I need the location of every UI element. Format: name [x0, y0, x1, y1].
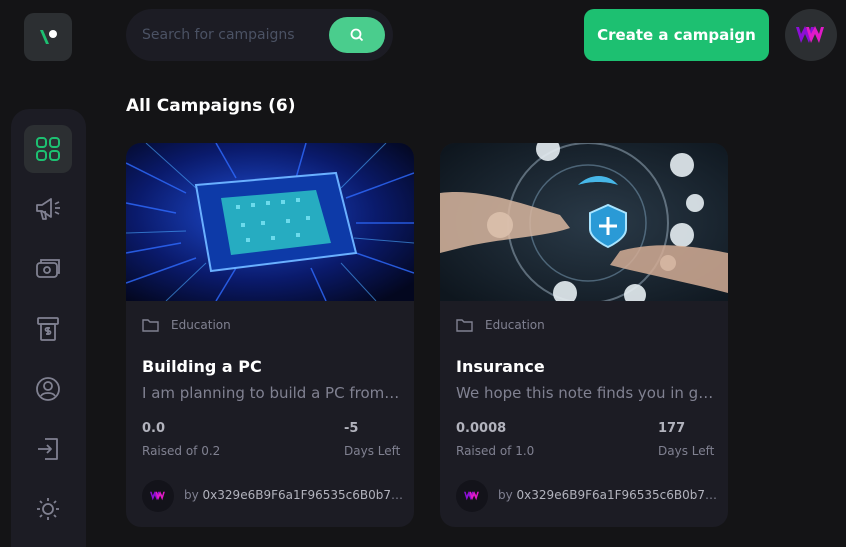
owner-wallet: 0x329e6B9F6a1F96535c6B0b7B6... — [516, 488, 720, 502]
owner-address: by 0x329e6B9F6a1F96535c6B0b7B6... — [184, 488, 406, 502]
payment-icon — [36, 259, 60, 278]
days-left-label: Days Left — [658, 444, 715, 458]
sidebar-item-logout[interactable] — [24, 425, 72, 473]
sidebar-item-payment[interactable] — [24, 245, 72, 293]
folder-icon — [456, 319, 473, 332]
sidebar-item-withdraw[interactable] — [24, 305, 72, 353]
owner-prefix: by — [498, 488, 517, 502]
campaign-title: Building a PC — [142, 357, 262, 376]
sidebar-item-campaign[interactable] — [24, 185, 72, 233]
brand-logo-icon — [150, 491, 165, 501]
campaign-description: I am planning to build a PC from scratch… — [142, 384, 402, 402]
raised-label: Raised of 0.2 — [142, 444, 221, 458]
user-avatar[interactable] — [785, 9, 837, 61]
create-campaign-button[interactable]: Create a campaign — [584, 9, 769, 61]
search-icon — [350, 28, 364, 42]
owner-avatar — [456, 480, 488, 512]
sidebar — [11, 109, 86, 547]
campaign-description: We hope this note finds you in good heal… — [456, 384, 716, 402]
sun-icon — [37, 498, 59, 520]
campaign-image-insurance — [440, 143, 728, 301]
raised-amount: 0.0008 — [456, 421, 507, 436]
logo-icon — [40, 30, 57, 44]
owner-prefix: by — [184, 488, 203, 502]
days-left-value: -5 — [344, 421, 359, 436]
sidebar-item-dashboard[interactable] — [24, 125, 72, 173]
brand-logo-icon — [796, 26, 824, 43]
campaign-card[interactable]: Education Building a PC I am planning to… — [126, 143, 414, 527]
brand-logo-icon — [464, 491, 479, 501]
sidebar-item-theme[interactable] — [24, 485, 72, 533]
logout-icon — [38, 438, 58, 460]
days-left-value: 177 — [658, 421, 686, 436]
raised-label: Raised of 1.0 — [456, 444, 535, 458]
days-left-label: Days Left — [344, 444, 401, 458]
withdraw-icon — [37, 317, 59, 341]
search-input[interactable] — [142, 27, 322, 43]
page-title: All Campaigns (6) — [126, 96, 296, 116]
campaign-megaphone-icon — [36, 198, 60, 220]
campaign-category: Education — [456, 318, 545, 332]
category-label: Education — [485, 318, 545, 332]
search-bar — [126, 9, 393, 61]
campaign-card[interactable]: Education Insurance We hope this note fi… — [440, 143, 728, 527]
campaign-title: Insurance — [456, 357, 545, 376]
raised-amount: 0.0 — [142, 421, 166, 436]
app-logo[interactable] — [24, 13, 72, 61]
search-button[interactable] — [329, 17, 385, 53]
dashboard-icon — [36, 137, 60, 161]
campaign-image-circuit — [126, 143, 414, 301]
owner-avatar — [142, 480, 174, 512]
sidebar-item-profile[interactable] — [24, 365, 72, 413]
owner-address: by 0x329e6B9F6a1F96535c6B0b7B6... — [498, 488, 720, 502]
folder-icon — [142, 319, 159, 332]
category-label: Education — [171, 318, 231, 332]
profile-icon — [36, 377, 60, 401]
owner-wallet: 0x329e6B9F6a1F96535c6B0b7B6... — [202, 488, 406, 502]
campaign-category: Education — [142, 318, 231, 332]
